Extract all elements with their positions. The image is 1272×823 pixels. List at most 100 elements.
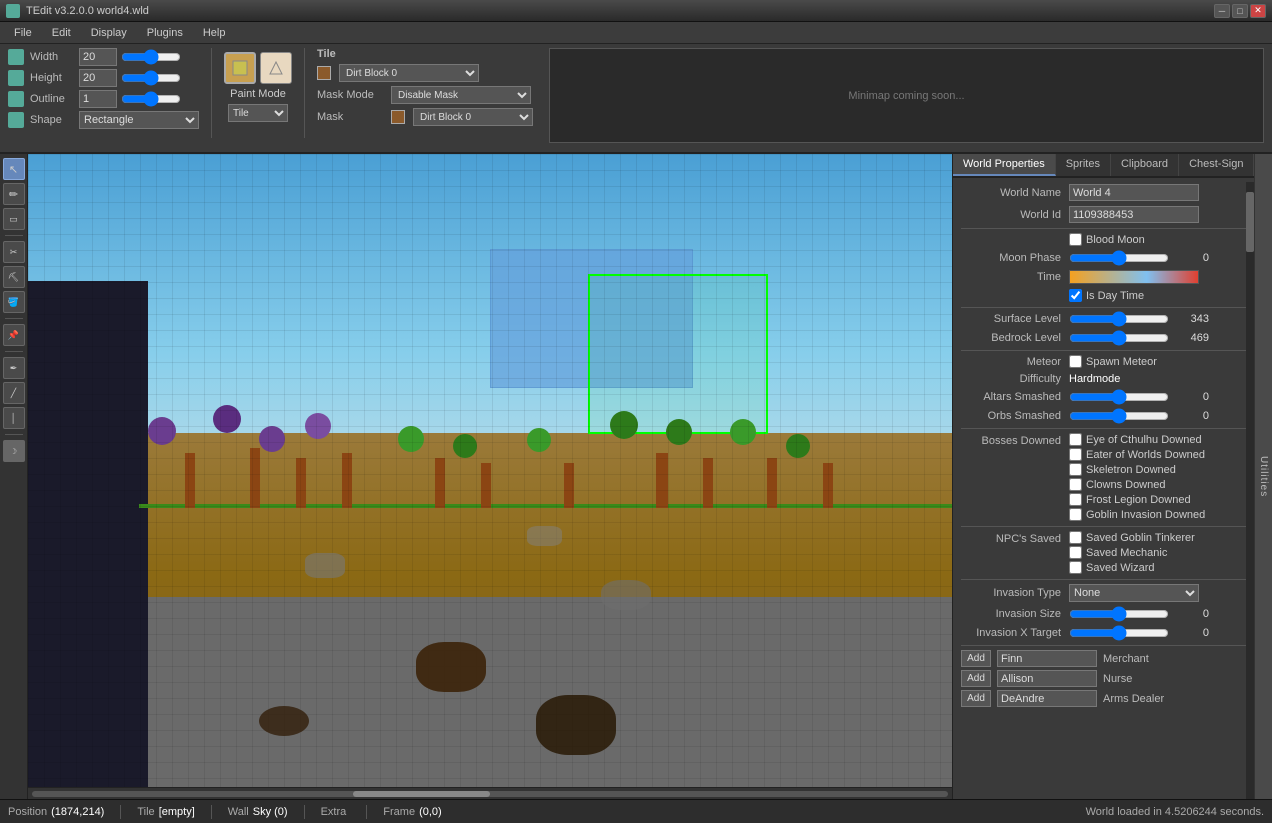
utilities-tab[interactable]: Utilities	[1254, 154, 1272, 799]
orbs-slider[interactable]	[1069, 409, 1169, 423]
boss-eow: Eater of Worlds Downed	[1069, 448, 1205, 461]
altars-row: Altars Smashed 0	[961, 390, 1248, 404]
height-slider[interactable]	[121, 71, 181, 85]
menu-display[interactable]: Display	[81, 25, 137, 41]
brush-tool[interactable]	[224, 52, 256, 84]
surface-level-slider[interactable]	[1069, 312, 1169, 326]
moon-phase-value: 0	[1169, 252, 1209, 264]
menu-edit[interactable]: Edit	[42, 25, 81, 41]
invasion-type-select[interactable]: None	[1069, 584, 1199, 602]
npc-name-1[interactable]	[997, 650, 1097, 667]
tree-leaves-p2	[213, 405, 241, 433]
mask-mode-select[interactable]: Disable Mask	[391, 86, 531, 104]
world-id-label: World Id	[961, 209, 1061, 221]
minimize-button[interactable]: ─	[1214, 4, 1230, 18]
tool-pick[interactable]: ✂	[3, 241, 25, 263]
mask-select[interactable]: Dirt Block 0	[413, 108, 533, 126]
npc-wizard-checkbox[interactable]	[1069, 561, 1082, 574]
boss-eye-checkbox[interactable]	[1069, 433, 1082, 446]
outline-label: Outline	[30, 93, 75, 105]
blood-moon-checkbox[interactable]	[1069, 233, 1082, 246]
tile-color-swatch	[317, 66, 331, 80]
right-panel-scrollbar[interactable]	[1246, 182, 1254, 799]
tile-select[interactable]: Dirt Block 0	[339, 64, 479, 82]
npc-name-2[interactable]	[997, 670, 1097, 687]
boss-eow-checkbox[interactable]	[1069, 448, 1082, 461]
mask-row: Mask Dirt Block 0	[317, 108, 533, 126]
titlebar-controls[interactable]: ─ □ ✕	[1214, 4, 1266, 18]
height-input[interactable]	[79, 69, 117, 87]
npc-add-btn-1[interactable]: Add	[961, 650, 991, 667]
maximize-button[interactable]: □	[1232, 4, 1248, 18]
tool-fill[interactable]: ▭	[3, 208, 25, 230]
tab-sprites[interactable]: Sprites	[1056, 154, 1111, 176]
tool-draw[interactable]: ✒	[3, 357, 25, 379]
width-input[interactable]	[79, 48, 117, 66]
tool-select[interactable]: ↖	[3, 158, 25, 180]
tab-clipboard[interactable]: Clipboard	[1111, 154, 1179, 176]
npc-mechanic-checkbox[interactable]	[1069, 546, 1082, 559]
world-name-input[interactable]	[1069, 184, 1199, 201]
boss-skeletron-checkbox[interactable]	[1069, 463, 1082, 476]
tile-mode-select[interactable]: Tile	[228, 104, 288, 122]
tool-mine[interactable]: ⛏	[3, 266, 25, 288]
invasion-size-label: Invasion Size	[961, 608, 1061, 620]
position-item: Position (1874,214)	[8, 806, 104, 818]
shape-select[interactable]: Rectangle	[79, 111, 199, 129]
altars-slider[interactable]	[1069, 390, 1169, 404]
npc-goblin-checkbox[interactable]	[1069, 531, 1082, 544]
tool-vert[interactable]: │	[3, 407, 25, 429]
status-sep-4	[366, 805, 367, 819]
tool-line[interactable]: ╱	[3, 382, 25, 404]
boss-clowns-checkbox[interactable]	[1069, 478, 1082, 491]
tool-pencil[interactable]: ✏	[3, 183, 25, 205]
menu-file[interactable]: File	[4, 25, 42, 41]
tool-morph[interactable]: ☽	[3, 440, 25, 462]
tab-world-properties[interactable]: World Properties	[953, 154, 1056, 176]
canvas-scrollbar-h[interactable]	[28, 787, 952, 799]
close-button[interactable]: ✕	[1250, 4, 1266, 18]
moon-phase-slider[interactable]	[1069, 251, 1169, 265]
divider-3	[961, 350, 1248, 351]
world-canvas[interactable]	[28, 154, 952, 787]
tree-leaves-g1	[398, 426, 424, 452]
is-day-checkbox[interactable]	[1069, 289, 1082, 302]
menubar: File Edit Display Plugins Help	[0, 22, 1272, 44]
bedrock-level-slider[interactable]	[1069, 331, 1169, 345]
width-slider[interactable]	[121, 50, 181, 64]
tree-leaves-p3	[259, 426, 285, 452]
altars-label: Altars Smashed	[961, 391, 1061, 403]
npc-add-btn-2[interactable]: Add	[961, 670, 991, 687]
npc-name-3[interactable]	[997, 690, 1097, 707]
cave-2	[416, 642, 486, 692]
tool-bucket[interactable]: 🪣	[3, 291, 25, 313]
meteor-checkbox[interactable]	[1069, 355, 1082, 368]
tab-chest-sign[interactable]: Chest-Sign	[1179, 154, 1254, 176]
npc-add-btn-3[interactable]: Add	[961, 690, 991, 707]
invasion-x-slider[interactable]	[1069, 626, 1169, 640]
boss-frost-checkbox[interactable]	[1069, 493, 1082, 506]
invasion-size-slider[interactable]	[1069, 607, 1169, 621]
invasion-type-row: Invasion Type None	[961, 584, 1248, 602]
right-panel-scroll-thumb[interactable]	[1246, 192, 1254, 252]
menu-plugins[interactable]: Plugins	[137, 25, 193, 41]
npc-mechanic: Saved Mechanic	[1069, 546, 1195, 559]
outline-slider[interactable]	[121, 92, 181, 106]
menu-help[interactable]: Help	[193, 25, 236, 41]
difficulty-label: Difficulty	[961, 373, 1061, 385]
tree-leaves-1	[610, 411, 638, 439]
boss-goblin: Goblin Invasion Downed	[1069, 508, 1205, 521]
tool-pin[interactable]: 📌	[3, 324, 25, 346]
tree-trunk-p2	[250, 448, 260, 508]
statusbar: Position (1874,214) Tile [empty] Wall Sk…	[0, 799, 1272, 823]
outline-input[interactable]	[79, 90, 117, 108]
npc-add-row-3: Add Arms Dealer	[961, 690, 1248, 707]
position-label: Position	[8, 806, 47, 818]
tile-header: Tile	[317, 48, 533, 60]
tree-trunk-g2	[481, 463, 491, 508]
world-id-input[interactable]	[1069, 206, 1199, 223]
time-label: Time	[961, 271, 1061, 283]
boss-goblin-checkbox[interactable]	[1069, 508, 1082, 521]
scroll-thumb-h[interactable]	[353, 791, 490, 797]
eraser-tool[interactable]	[260, 52, 292, 84]
